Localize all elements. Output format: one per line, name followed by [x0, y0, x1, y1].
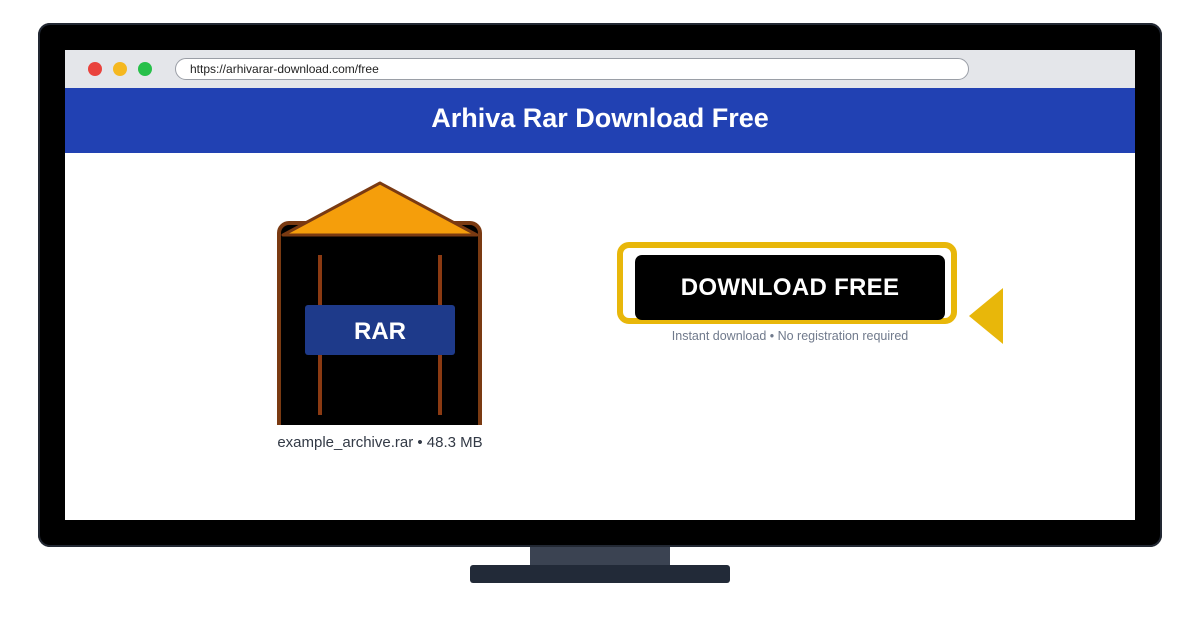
page-title: Arhiva Rar Download Free	[431, 103, 769, 133]
close-window-button[interactable]	[88, 62, 102, 76]
address-bar[interactable]: https://arhivarar-download.com/free	[175, 58, 969, 80]
rar-label: RAR	[354, 318, 406, 345]
pointer-arrow-icon	[969, 288, 1003, 344]
archive-lid	[281, 181, 479, 237]
rar-archive-icon: RAR	[277, 181, 482, 425]
monitor-stand-base	[470, 565, 730, 583]
page-header: Arhiva Rar Download Free	[65, 88, 1135, 153]
monitor-frame: https://arhivarar-download.com/free Arhi…	[38, 23, 1162, 547]
maximize-window-button[interactable]	[138, 62, 152, 76]
minimize-window-button[interactable]	[113, 62, 127, 76]
download-free-button[interactable]: DOWNLOAD FREE	[635, 255, 945, 320]
browser-toolbar: https://arhivarar-download.com/free	[65, 50, 1135, 88]
file-caption: example_archive.rar • 48.3 MB	[277, 434, 483, 451]
download-subtext: Instant download • No registration requi…	[671, 329, 909, 343]
browser-window: https://arhivarar-download.com/free Arhi…	[65, 50, 1135, 520]
monitor-stand-neck	[530, 547, 670, 567]
